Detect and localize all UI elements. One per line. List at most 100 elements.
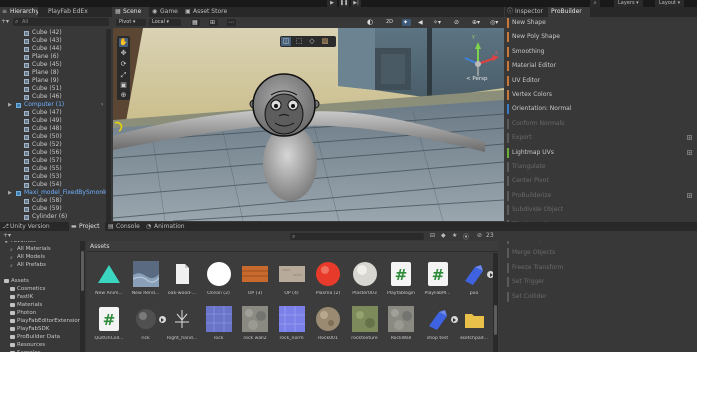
tab-inspector[interactable]: ⓘ Inspector	[505, 7, 547, 17]
hierarchy-item[interactable]: Cube (49)	[0, 117, 112, 125]
lighting-toggle[interactable]: ✦	[402, 19, 411, 26]
scene-search[interactable]: ◎▾	[489, 19, 501, 26]
folder-item[interactable]: ProBuilder Data	[0, 333, 86, 341]
asset-item[interactable]: rick	[128, 306, 166, 352]
asset-item[interactable]: New Rend...	[128, 261, 164, 307]
folder-item[interactable]: Assets	[0, 277, 86, 285]
shading-mode-button[interactable]: ◐	[365, 18, 379, 26]
filter-by-type-icon[interactable]: ⊟	[430, 232, 435, 239]
layout-dropdown[interactable]: Layout ▾	[655, 0, 685, 7]
search-by-icon[interactable]: ⦿	[463, 232, 469, 241]
add-object-button[interactable]: +▾	[1, 18, 9, 25]
asset-item[interactable]: rock wall2	[237, 306, 273, 352]
tab-playfab-edex[interactable]: PlayFab EdEx	[38, 7, 112, 17]
asset-item[interactable]: Plaster003	[347, 261, 383, 307]
gizmos-toggle[interactable]: ⊕▾	[471, 19, 483, 26]
assets-scrollbar[interactable]	[493, 253, 498, 352]
asset-item[interactable]: # QuitOnColl...	[91, 306, 127, 352]
folder-scrollbar[interactable]	[80, 241, 85, 352]
vertex-mode-button[interactable]: ⬚	[294, 37, 304, 46]
asset-item[interactable]: rocktexture	[347, 306, 383, 352]
hierarchy-item[interactable]: Cube (44)	[0, 45, 112, 53]
local-dropdown[interactable]: Local ▾	[149, 19, 181, 26]
probuilder-action[interactable]: Lightmap UVs +	[505, 147, 697, 158]
asset-item[interactable]: # PlayFabM...	[420, 261, 456, 307]
folder-item[interactable]: FastIK	[0, 293, 86, 301]
scale-tool[interactable]: ⤢	[119, 71, 128, 80]
tab-game[interactable]: ◉ Game	[150, 7, 182, 17]
hierarchy-item[interactable]: Cube (48)	[0, 125, 112, 133]
folder-item[interactable]: PlayFabEditorExtensions	[0, 317, 86, 325]
options-icon[interactable]: +	[687, 135, 692, 141]
rotate-tool[interactable]: ⟳	[119, 60, 128, 69]
asset-item[interactable]: oak-wood-...	[164, 261, 200, 307]
rect-tool[interactable]: ▣	[119, 81, 128, 90]
hierarchy-item[interactable]: ▶ Maxi_model_FixedBySmonk1 ›	[0, 189, 112, 197]
folder-item[interactable]: Samples	[0, 349, 86, 352]
move-tool[interactable]: ✥	[119, 49, 128, 58]
filter-by-label-icon[interactable]: ◆	[441, 232, 446, 239]
folder-item[interactable]: Resources	[0, 341, 86, 349]
hierarchy-item[interactable]: Cube (55)	[0, 165, 112, 173]
options-icon[interactable]: +	[687, 192, 692, 198]
grid-settings-button[interactable]: ⋯	[227, 19, 236, 26]
hierarchy-item[interactable]: Cube (50)	[0, 133, 112, 141]
search-toolbar-button[interactable]: ⌕	[590, 0, 600, 7]
asset-item[interactable]: rock	[201, 306, 237, 352]
open-prefab-arrow-icon[interactable]: ›	[101, 189, 103, 197]
scene-viewport[interactable]: y x	[113, 28, 504, 221]
asset-item[interactable]: New Anim...	[91, 261, 127, 307]
hierarchy-item[interactable]: Cube (58)	[0, 197, 112, 205]
probuilder-action[interactable]: Material Editor	[505, 61, 697, 72]
tab-scene[interactable]: ▦ Scene	[113, 7, 149, 17]
hierarchy-item[interactable]: Plane (9)	[0, 77, 112, 85]
assets-scroll-thumb[interactable]	[494, 305, 497, 335]
tab-hierarchy[interactable]: ≡ Hierarchy	[0, 7, 39, 17]
hierarchy-item[interactable]: Cube (46)	[0, 93, 112, 101]
asset-item[interactable]: OP (3)	[237, 261, 273, 307]
edge-mode-button[interactable]: ◇	[307, 37, 317, 46]
probuilder-action[interactable]: New Shape	[505, 18, 697, 28]
hand-tool[interactable]: ✋	[119, 38, 128, 47]
step-button[interactable]: ▶|	[351, 0, 361, 7]
hierarchy-item[interactable]: Cube (43)	[0, 37, 112, 45]
hidden-objects-toggle[interactable]: ⊘	[453, 19, 465, 26]
folder-item[interactable]: ⌕ All Models	[0, 253, 86, 261]
favorites-icon[interactable]: ★	[452, 232, 457, 239]
effects-toggle[interactable]: ✧▾	[432, 19, 444, 26]
snap-increment-button[interactable]: ⊞	[209, 19, 218, 26]
folder-item[interactable]: Photon	[0, 309, 86, 317]
folder-item[interactable]: ⌕ All Materials	[0, 245, 86, 253]
hierarchy-scrollbar[interactable]	[106, 29, 111, 222]
hierarchy-item[interactable]: Cube (56)	[0, 149, 112, 157]
hierarchy-item[interactable]: Cube (42)	[0, 29, 112, 37]
hierarchy-item[interactable]: Cube (54)	[0, 181, 112, 189]
asset-item[interactable]: sketchpad...	[456, 306, 492, 352]
asset-item[interactable]: Right_hand...	[164, 306, 200, 352]
options-icon[interactable]: +	[687, 149, 692, 155]
probuilder-action[interactable]: Smoothing	[505, 46, 697, 57]
pivot-dropdown[interactable]: Pivot ▾	[116, 19, 146, 26]
assets-breadcrumb-label[interactable]: Assets	[90, 243, 110, 250]
folder-item[interactable]: Materials	[0, 301, 86, 309]
transform-tool[interactable]: ⊕	[119, 91, 128, 100]
probuilder-action[interactable]: UV Editor	[505, 75, 697, 86]
hierarchy-item[interactable]: Cube (53)	[0, 173, 112, 181]
asset-item[interactable]: Plasma (2)	[310, 261, 346, 307]
hierarchy-search[interactable]: ⌕ All	[13, 18, 109, 26]
asset-item[interactable]: OP (4)	[274, 261, 310, 307]
pause-button[interactable]: ❚❚	[339, 0, 349, 7]
object-mode-button[interactable]: ◫	[281, 37, 291, 46]
folder-item[interactable]: PlayFabSDK	[0, 325, 86, 333]
asset-item[interactable]: RockWall	[383, 306, 419, 352]
hierarchy-item[interactable]: Cylinder (6)	[0, 213, 112, 221]
create-asset-button[interactable]: +▾	[3, 232, 11, 239]
expand-arrow-icon[interactable]: ▶	[8, 101, 12, 109]
asset-item[interactable]: shop test	[420, 306, 458, 352]
probuilder-action[interactable]: Vertex Colors	[505, 90, 697, 100]
hidden-packages-icon[interactable]: ⊘	[477, 232, 482, 239]
persp-label[interactable]: < Persp	[466, 76, 487, 82]
expand-arrow-icon[interactable]: ▶	[8, 189, 12, 197]
layers-dropdown[interactable]: Layers ▾	[614, 0, 643, 7]
hierarchy-item[interactable]: ▶ Computer (1) ›	[0, 101, 112, 109]
